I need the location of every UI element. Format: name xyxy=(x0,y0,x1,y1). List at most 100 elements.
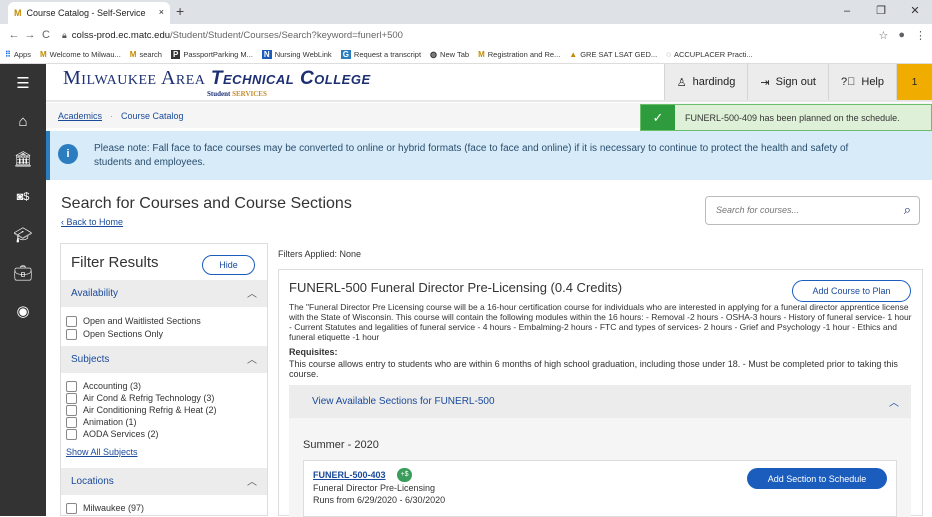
availability-option[interactable]: Open and Waitlisted Sections xyxy=(66,315,262,327)
filter-panel: Filter Results Hide Availability ︿ Open … xyxy=(60,243,268,516)
breadcrumb-course-catalog[interactable]: Course Catalog xyxy=(121,111,184,121)
bookmark-transcript[interactable]: G Request a transcript xyxy=(340,50,421,59)
subject-option[interactable]: Air Conditioning Refrig & Heat (2) xyxy=(66,404,262,416)
grad-icon: ▲ xyxy=(569,50,578,59)
show-all-subjects-link[interactable]: Show All Subjects xyxy=(61,447,138,457)
forward-arrow-icon[interactable]: → xyxy=(22,29,38,41)
bookmark-parking[interactable]: P PassportParking M... xyxy=(170,50,253,59)
sign-out-button[interactable]: ⇥ Sign out xyxy=(747,64,828,100)
url-field[interactable]: colss-prod.ec.matc.edu/Student/Student/C… xyxy=(72,30,403,41)
checkbox[interactable] xyxy=(66,416,77,428)
bookmark-welcome[interactable]: M Welcome to Milwau... xyxy=(40,50,121,59)
institution-icon[interactable]: 🏛︎ xyxy=(0,140,46,178)
checkbox[interactable] xyxy=(66,380,77,392)
m-logo-icon: M xyxy=(39,50,47,59)
bookmarks-bar: ⠿ Apps M Welcome to Milwau... Msearch P Pas… xyxy=(0,46,932,64)
window-controls: – ❐ ✕ xyxy=(830,0,932,22)
section-id-link[interactable]: FUNERL-500-403 xyxy=(313,470,386,480)
graduation-cap-icon[interactable]: 🎓︎ xyxy=(0,216,46,254)
bookmark-accuplacer[interactable]: ◌ ACCUPLACER Practi... xyxy=(666,50,753,59)
briefcase-icon[interactable]: 💼︎ xyxy=(0,254,46,292)
subject-option[interactable]: AODA Services (2) xyxy=(66,428,262,440)
subjects-section-header[interactable]: Subjects ︿ xyxy=(61,346,267,373)
success-toast: ✓ FUNERL-500-409 has been planned on the… xyxy=(640,104,932,131)
checkbox[interactable] xyxy=(66,502,77,514)
maximize-button[interactable]: ❐ xyxy=(864,0,898,22)
tab-title: Course Catalog - Self-Service xyxy=(26,8,146,18)
view-sections-toggle[interactable]: View Available Sections for FUNERL-500 ︿ xyxy=(289,385,911,418)
reload-icon[interactable]: C xyxy=(38,29,54,41)
accuplacer-icon: ◌ xyxy=(666,50,671,59)
breadcrumb-academics[interactable]: Academics xyxy=(58,111,102,121)
add-section-to-schedule-button[interactable]: Add Section to Schedule xyxy=(747,468,887,489)
user-button[interactable]: ♙ hardindg xyxy=(663,64,748,100)
browser-tab-strip: M Course Catalog - Self-Service × + – ❐ … xyxy=(0,0,932,24)
notifications-badge[interactable]: 1 xyxy=(896,64,932,100)
bookmark-nursing[interactable]: N Nursing WebLink xyxy=(261,50,332,59)
chevron-up-icon: ︿ xyxy=(247,477,257,488)
checkbox[interactable] xyxy=(66,428,77,440)
subject-option[interactable]: Animation (1) xyxy=(66,416,262,428)
section-dates: Runs from 6/29/2020 - 6/30/2020 xyxy=(313,495,446,505)
minimize-button[interactable]: – xyxy=(830,0,864,22)
apps-icon: ⠿ xyxy=(5,50,11,59)
bookmark-search[interactable]: Msearch xyxy=(130,50,162,59)
requisites-label: Requisites: xyxy=(289,347,338,357)
user-circle-icon[interactable]: ◉ xyxy=(0,292,46,330)
subject-option[interactable]: Air Cond & Refrig Technology (3) xyxy=(66,392,262,404)
back-to-home-link[interactable]: ‹ Back to Home xyxy=(61,217,123,227)
banner-text: Please note: Fall face to face courses m… xyxy=(94,143,849,168)
bookmark-gre[interactable]: ▲ GRE SAT LSAT GED... xyxy=(569,50,657,59)
app-header: Milwaukee Area Technical College Student… xyxy=(46,64,932,102)
checkbox[interactable] xyxy=(66,315,77,327)
checkbox[interactable] xyxy=(66,404,77,416)
availability-section-header[interactable]: Availability ︿ xyxy=(61,280,267,307)
toast-message: FUNERL-500-409 has been planned on the s… xyxy=(685,112,900,123)
hide-filters-button[interactable]: Hide xyxy=(202,255,255,275)
requisites-text: This course allows entry to students who… xyxy=(289,359,898,379)
m-logo-icon: M xyxy=(129,50,137,59)
profile-icon[interactable]: ● xyxy=(898,29,905,42)
close-tab-icon[interactable]: × xyxy=(159,7,164,17)
bookmark-newtab[interactable]: ◍ New Tab xyxy=(430,50,469,59)
m-logo-icon: M xyxy=(478,50,485,59)
filter-title: Filter Results xyxy=(71,254,159,271)
bookmark-registration[interactable]: M Registration and Re... xyxy=(478,50,560,59)
help-button[interactable]: ?⃝ Help xyxy=(828,64,896,100)
info-banner: i Please note: Fall face to face courses… xyxy=(46,131,932,180)
star-icon[interactable]: ☆ xyxy=(878,29,888,42)
browser-tab[interactable]: M Course Catalog - Self-Service × xyxy=(8,2,170,24)
availability-option[interactable]: Open Sections Only xyxy=(66,328,262,340)
subject-option[interactable]: Accounting (3) xyxy=(66,380,262,392)
user-icon: ♙ xyxy=(676,76,687,89)
search-input[interactable] xyxy=(716,205,886,215)
chevron-up-icon: ︿ xyxy=(247,289,257,300)
bookmark-apps[interactable]: ⠿ Apps xyxy=(5,50,31,59)
help-icon: ?⃝ xyxy=(841,76,856,88)
m-logo-icon: M xyxy=(14,8,22,18)
logo-sub-text: Student xyxy=(207,90,231,98)
location-option[interactable]: Milwaukee (97) xyxy=(66,502,262,514)
close-window-button[interactable]: ✕ xyxy=(898,0,932,22)
add-course-to-plan-button[interactable]: Add Course to Plan xyxy=(792,280,911,302)
address-bar: ← → C 🔒︎ colss-prod.ec.matc.edu/Student/… xyxy=(0,24,932,46)
hamburger-menu-icon[interactable]: ☰ xyxy=(0,64,46,102)
globe-icon: ◍ xyxy=(430,50,438,59)
course-card: FUNERL-500 Funeral Director Pre-Licensin… xyxy=(278,269,923,517)
lock-icon[interactable]: 🔒︎ xyxy=(62,30,67,41)
section-name: Funeral Director Pre-Licensing xyxy=(313,483,436,493)
term-heading: Summer - 2020 xyxy=(303,439,379,451)
back-arrow-icon[interactable]: ← xyxy=(6,29,22,41)
menu-dots-icon[interactable]: ⋮ xyxy=(915,29,926,42)
finance-icon[interactable]: ◙$ xyxy=(0,178,46,216)
locations-section-header[interactable]: Locations ︿ xyxy=(61,468,267,495)
checkbox[interactable] xyxy=(66,328,77,340)
college-logo[interactable]: Milwaukee Area Technical College Student… xyxy=(63,67,371,98)
search-icon[interactable]: ⌕ xyxy=(904,202,911,218)
home-icon[interactable]: ⌂ xyxy=(0,102,46,140)
checkbox[interactable] xyxy=(66,392,77,404)
new-tab-button[interactable]: + xyxy=(176,3,184,19)
logo-main-text: Milwaukee Area xyxy=(63,67,206,89)
sections-panel: Summer - 2020 FUNERL-500-403 +$ Funeral … xyxy=(289,418,911,517)
nursing-icon: N xyxy=(261,50,272,59)
